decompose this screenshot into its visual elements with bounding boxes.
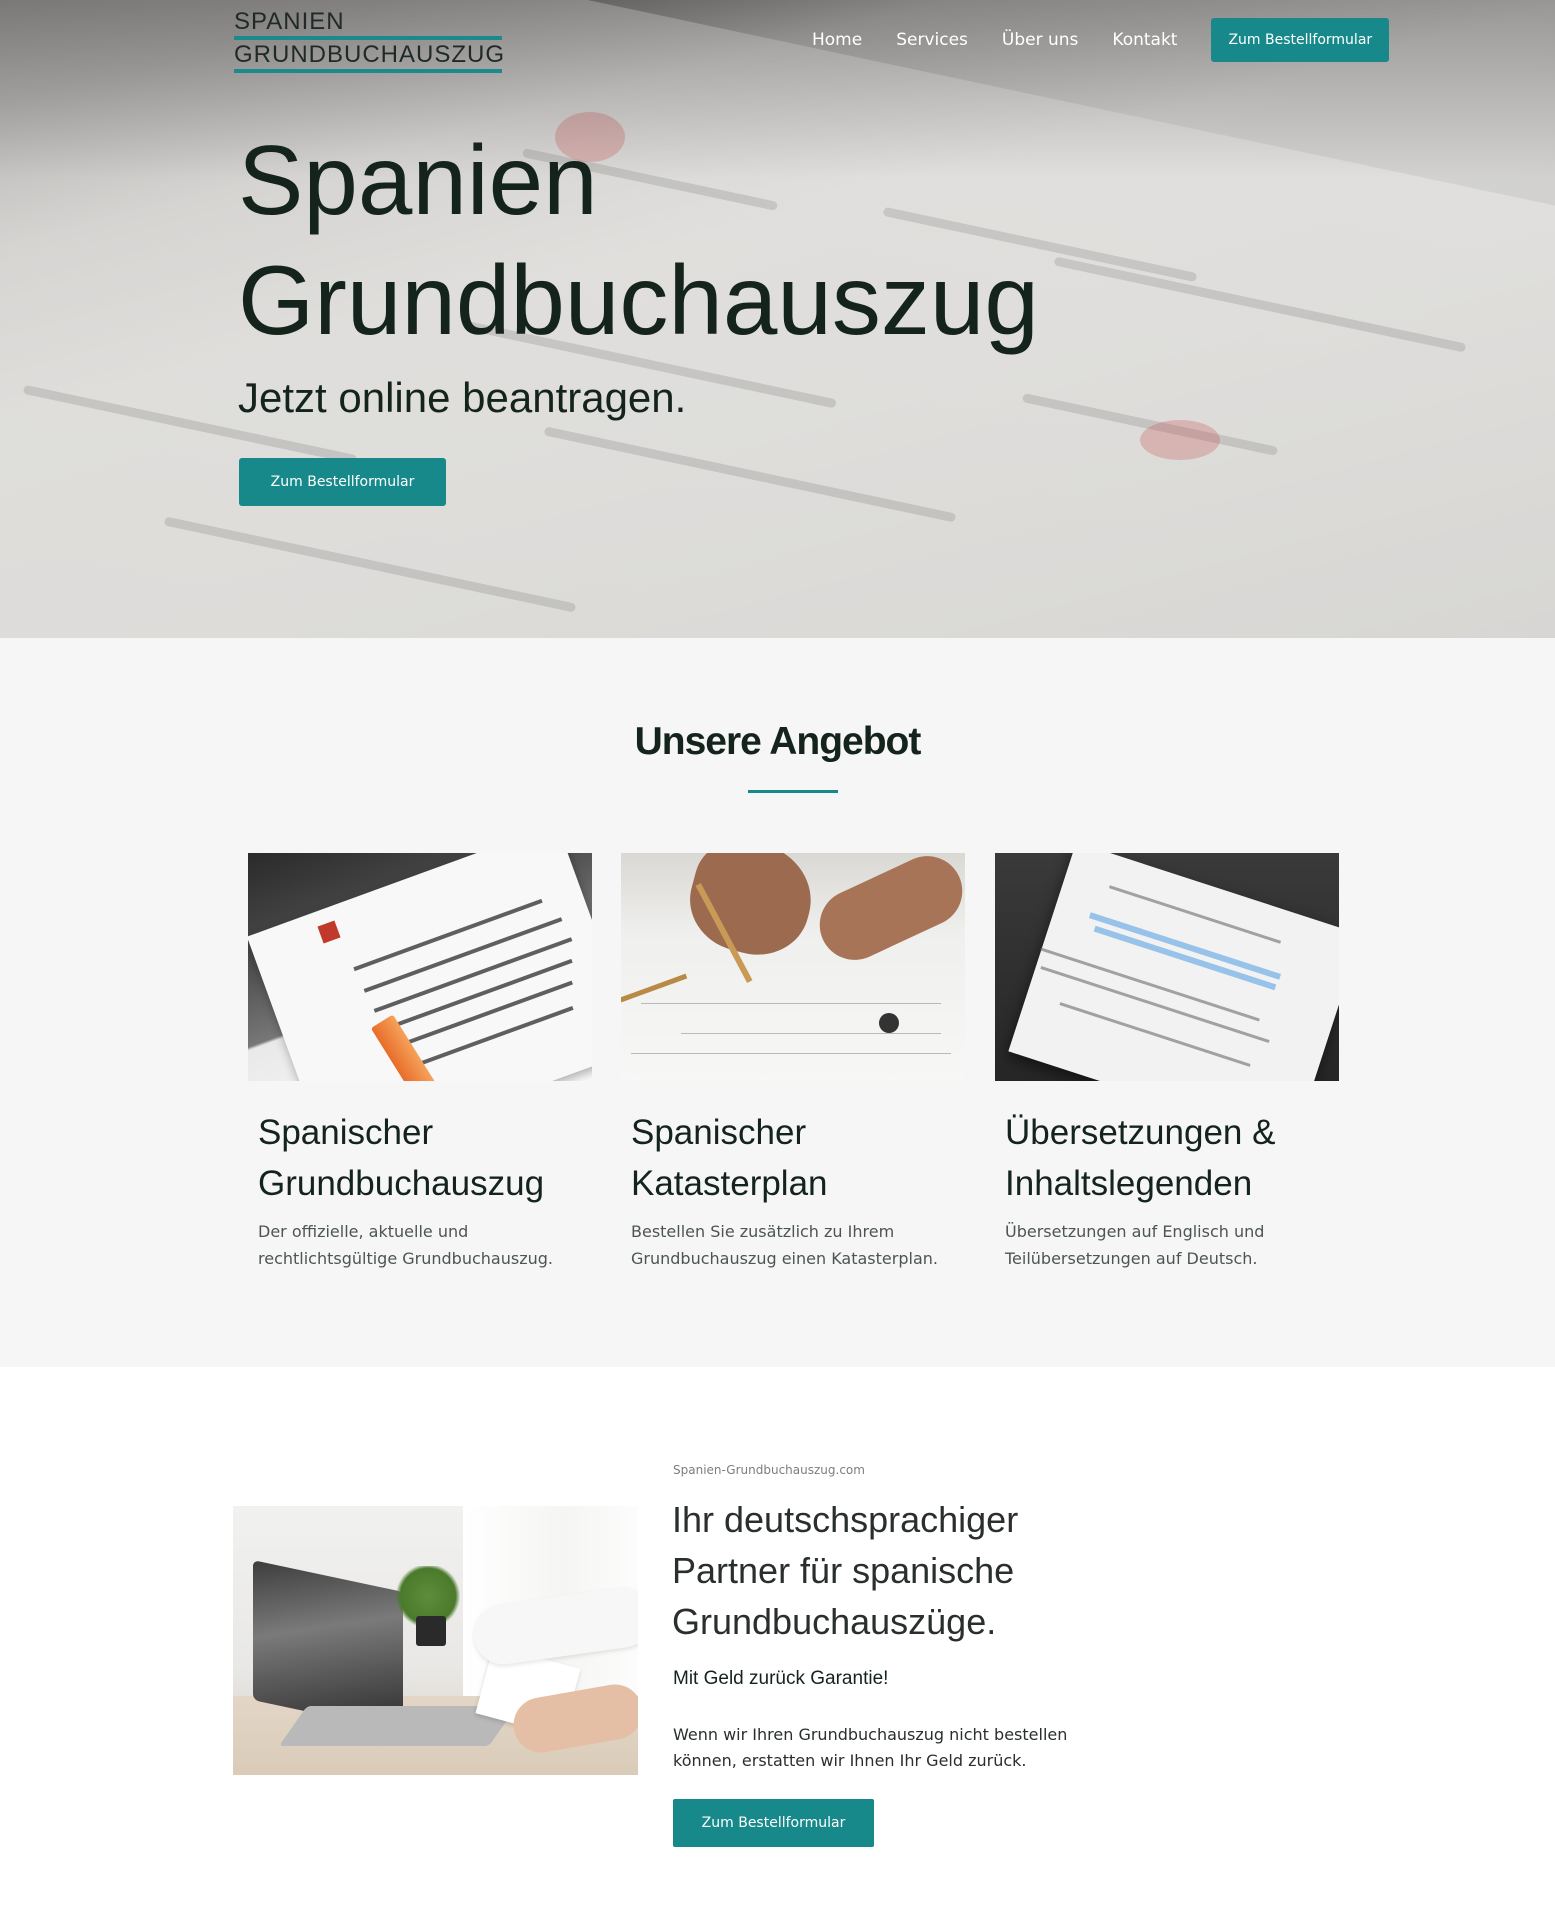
partner-order-form-button[interactable]: Zum Bestellformular [673, 1799, 874, 1847]
hand [678, 853, 824, 967]
offer-card-title: Spanischer Grundbuchauszug [258, 1113, 545, 1203]
compass-tool [879, 1013, 899, 1033]
document-page [1008, 853, 1339, 1081]
document-page [248, 853, 592, 1081]
offers-title: Unsere Angebot [634, 720, 922, 763]
logo-rule [234, 36, 502, 40]
site-logo[interactable]: SPANIEN GRUNDBUCHAUSZUG [234, 8, 506, 73]
plant-pot [416, 1616, 446, 1646]
hero-section: SPANIEN GRUNDBUCHAUSZUG Home Services Üb… [0, 0, 1555, 638]
nav-link-kontakt[interactable]: Kontakt [1112, 30, 1177, 50]
offer-card-grundbuchauszug[interactable]: Spanischer Grundbuchauszug Der offiziell… [248, 853, 592, 1272]
hero-order-form-button[interactable]: Zum Bestellformular [239, 458, 446, 506]
offer-card-text: Übersetzungen auf Englisch und Teilübers… [1005, 1222, 1265, 1268]
offer-card-title: Spanischer Katasterplan [631, 1113, 828, 1203]
plan-line [681, 1033, 941, 1034]
offers-title-underline [748, 790, 838, 793]
main-nav: Home Services Über uns Kontakt Zum Beste… [812, 18, 1390, 62]
logo-line-1: SPANIEN [234, 8, 345, 35]
pencil [621, 973, 688, 1003]
nav-link-ueber-uns[interactable]: Über uns [1002, 30, 1079, 50]
offer-image-grundbuchauszug [248, 853, 592, 1081]
nav-order-form-button[interactable]: Zum Bestellformular [1211, 18, 1390, 62]
offers-section: Unsere Angebot Spanischer Grundbuchauszu… [0, 638, 1555, 1367]
partner-domain-label: Spanien-Grundbuchauszug.com [673, 1463, 865, 1477]
nav-link-home[interactable]: Home [812, 30, 862, 50]
partner-image [233, 1506, 638, 1775]
offer-card-text: Der offizielle, aktuelle und rechtlichts… [258, 1222, 553, 1268]
hero-subtitle: Jetzt online beantragen. [238, 374, 687, 421]
nav-link-services[interactable]: Services [896, 30, 968, 50]
offer-card-text: Bestellen Sie zusätzlich zu Ihrem Grundb… [631, 1222, 938, 1268]
plan-line [631, 1053, 951, 1054]
hero-title: Spanien Grundbuchauszug [238, 125, 1039, 355]
logo-line-2: GRUNDBUCHAUSZUG [234, 41, 506, 68]
offer-card-katasterplan[interactable]: Spanischer Katasterplan Bestellen Sie zu… [621, 853, 965, 1272]
partner-title: Ihr deutschsprachiger Partner für spanis… [672, 1499, 1019, 1642]
offer-card-uebersetzungen[interactable]: Übersetzungen & Inhaltslegenden Übersetz… [995, 853, 1339, 1272]
logo-rule [234, 69, 502, 73]
offer-card-title: Übersetzungen & Inhaltslegenden [1005, 1113, 1276, 1203]
offer-image-katasterplan [621, 853, 965, 1081]
partner-subtitle: Mit Geld zurück Garantie! [673, 1668, 889, 1689]
partner-text: Wenn wir Ihren Grundbuchauszug nicht bes… [673, 1725, 1068, 1770]
offer-image-uebersetzungen [995, 853, 1339, 1081]
hand [808, 853, 965, 972]
plan-line [641, 1003, 941, 1004]
